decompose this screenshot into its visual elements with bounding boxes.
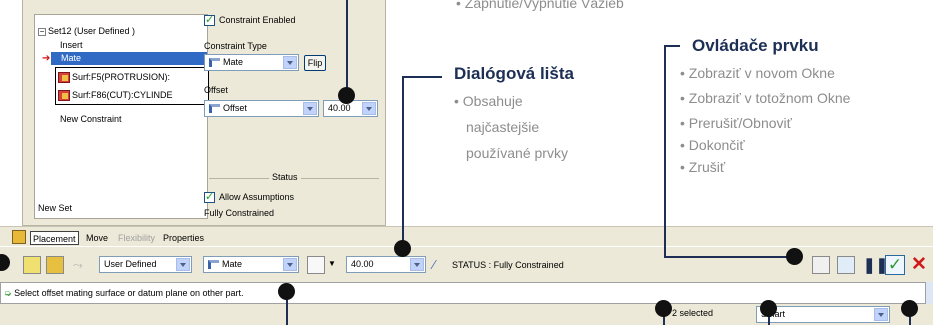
status-text: Fully Constrained bbox=[204, 208, 275, 218]
tab-flexibility[interactable]: Flexibility bbox=[118, 231, 155, 245]
callout-dot bbox=[760, 300, 777, 317]
chevron-down-icon bbox=[362, 102, 376, 115]
annotation-controls-item: • Prerušiť/Obnoviť bbox=[680, 115, 792, 131]
annotation-dialog-bar-title: Dialógová lišta bbox=[454, 64, 574, 83]
reference-collector[interactable]: Surf:F5(PROTRUSION): Surf:F86(CUT):CYLIN… bbox=[55, 67, 209, 105]
checkbox-check-icon bbox=[204, 190, 215, 204]
callout-dot bbox=[786, 248, 803, 265]
red-arrow-icon: ➔ bbox=[42, 53, 51, 64]
annotation-controls-item: • Zrušiť bbox=[680, 159, 726, 175]
flip-button[interactable]: Flip bbox=[304, 55, 326, 71]
offset-value: 40.00 bbox=[351, 259, 374, 269]
annotation-dialog-bar-item: • Obsahuje bbox=[454, 93, 523, 109]
annotation-dialog-bar-item: používané prvky bbox=[466, 145, 568, 161]
collapse-icon[interactable]: − bbox=[38, 28, 46, 36]
allow-assumptions-checkbox[interactable]: Allow Assumptions bbox=[204, 190, 295, 204]
ok-button[interactable]: ✓ bbox=[885, 255, 905, 275]
annotation-controls-item: • Dokončiť bbox=[680, 137, 745, 153]
tab-placement[interactable]: Placement bbox=[30, 231, 79, 245]
reference-label: Surf:F86(CUT):CYLINDE bbox=[72, 90, 173, 100]
leader-line bbox=[664, 256, 794, 258]
chevron-down-icon bbox=[303, 102, 317, 115]
leader-line bbox=[664, 45, 680, 47]
offset-icon bbox=[209, 104, 220, 114]
chevron-down-icon bbox=[874, 308, 888, 321]
show-new-window-icon[interactable] bbox=[812, 256, 830, 274]
set-type-value: User Defined bbox=[104, 259, 157, 269]
mate-icon bbox=[208, 260, 219, 270]
use-interface-icon[interactable] bbox=[23, 256, 41, 274]
status-bar: 2 selected Smart bbox=[0, 304, 933, 325]
leader-line bbox=[346, 0, 348, 92]
annotation-dialog-bar-item: najčastejšie bbox=[466, 119, 540, 135]
offset-value-text: 40.00 bbox=[328, 103, 351, 113]
annotation-controls-item: • Zobraziť v novom Okne bbox=[680, 65, 835, 81]
surface-icon bbox=[58, 72, 70, 84]
tree-set-label: Set12 (User Defined ) bbox=[48, 26, 136, 36]
offset-type-icon[interactable] bbox=[307, 256, 325, 274]
leader-line bbox=[402, 76, 442, 78]
constraint-tree[interactable]: − Set12 (User Defined ) Insert ➔ Mate Sur… bbox=[34, 14, 209, 219]
constraint-panel: − Set12 (User Defined ) Insert ➔ Mate Sur… bbox=[22, 0, 386, 226]
leader-line bbox=[402, 76, 404, 244]
reference-item[interactable]: Surf:F86(CUT):CYLINDE bbox=[56, 86, 208, 104]
tree-new-constraint[interactable]: New Constraint bbox=[60, 113, 122, 125]
chevron-down-icon bbox=[283, 258, 297, 271]
status-group-label: Status bbox=[269, 172, 301, 182]
chevron-down-icon bbox=[410, 258, 424, 271]
tree-set-row[interactable]: − Set12 (User Defined ) bbox=[38, 25, 135, 37]
tree-insert-label[interactable]: Insert bbox=[60, 39, 83, 51]
callout-dot bbox=[901, 300, 918, 317]
dashboard-tab-bar: Placement Move Flexibility Properties bbox=[0, 226, 933, 246]
set-type-select[interactable]: User Defined bbox=[99, 256, 192, 273]
message-text: Select offset mating surface or datum pl… bbox=[14, 288, 244, 298]
reference-label: Surf:F5(PROTRUSION): bbox=[72, 72, 171, 82]
constraint-enabled-checkbox[interactable]: Constraint Enabled bbox=[204, 13, 296, 27]
callout-dot bbox=[338, 87, 355, 104]
message-area: ➭ Select offset mating surface or datum … bbox=[0, 282, 926, 304]
constraint-type-select[interactable]: Mate bbox=[204, 54, 299, 71]
offset-type-select[interactable]: Offset bbox=[204, 100, 319, 117]
constraint-value: Mate bbox=[222, 259, 243, 269]
status-indicator: STATUS : Fully Constrained bbox=[452, 260, 564, 270]
checkbox-check-icon bbox=[204, 13, 215, 27]
offset-label: Offset bbox=[204, 85, 228, 95]
place-component-icon[interactable] bbox=[46, 256, 64, 274]
callout-dot bbox=[655, 300, 672, 317]
offset-dropdown-arrow-icon[interactable]: ▼ bbox=[328, 259, 336, 268]
constraint-type-value: Mate bbox=[223, 57, 244, 67]
callout-dot bbox=[394, 240, 411, 257]
tab-properties[interactable]: Properties bbox=[163, 231, 204, 245]
tab-move[interactable]: Move bbox=[86, 231, 108, 245]
offset-input[interactable]: 40.00 bbox=[346, 256, 426, 273]
constraint-type-label: Constraint Type bbox=[204, 41, 267, 51]
constraint-select[interactable]: Mate bbox=[203, 256, 299, 273]
chevron-down-icon bbox=[283, 56, 297, 69]
mate-icon bbox=[209, 58, 220, 68]
allow-assumptions-label: Allow Assumptions bbox=[219, 192, 295, 202]
callout-dot bbox=[278, 283, 295, 300]
component-icon bbox=[12, 230, 26, 244]
message-scrollbar[interactable] bbox=[926, 282, 933, 304]
tree-mate-label: Mate bbox=[61, 53, 82, 63]
annotation-controls-title: Ovládače prvku bbox=[692, 36, 819, 55]
show-same-window-icon[interactable] bbox=[837, 256, 855, 274]
cancel-button[interactable]: ✕ bbox=[911, 253, 927, 276]
chevron-down-icon bbox=[176, 258, 190, 271]
selected-count: 2 selected bbox=[672, 308, 714, 318]
annotation-controls-item: • Zobraziť v totožnom Okne bbox=[680, 90, 851, 106]
surface-icon bbox=[58, 90, 70, 102]
message-arrow-icon: ➭ bbox=[4, 288, 12, 298]
flip-direction-icon[interactable]: ⁄ bbox=[433, 257, 435, 272]
leader-line bbox=[664, 45, 666, 257]
annotation-toggle-constraints: • Zapnutie/Vypnutie Väzieb bbox=[456, 0, 624, 11]
constraint-enabled-label: Constraint Enabled bbox=[219, 15, 296, 25]
offset-type-value: Offset bbox=[223, 103, 247, 113]
tree-mate-item[interactable]: ➔ Mate bbox=[42, 52, 207, 65]
flexible-icon[interactable]: ⤳ bbox=[73, 258, 83, 273]
reference-item[interactable]: Surf:F5(PROTRUSION): bbox=[56, 68, 208, 86]
tree-new-set[interactable]: New Set bbox=[38, 202, 72, 214]
